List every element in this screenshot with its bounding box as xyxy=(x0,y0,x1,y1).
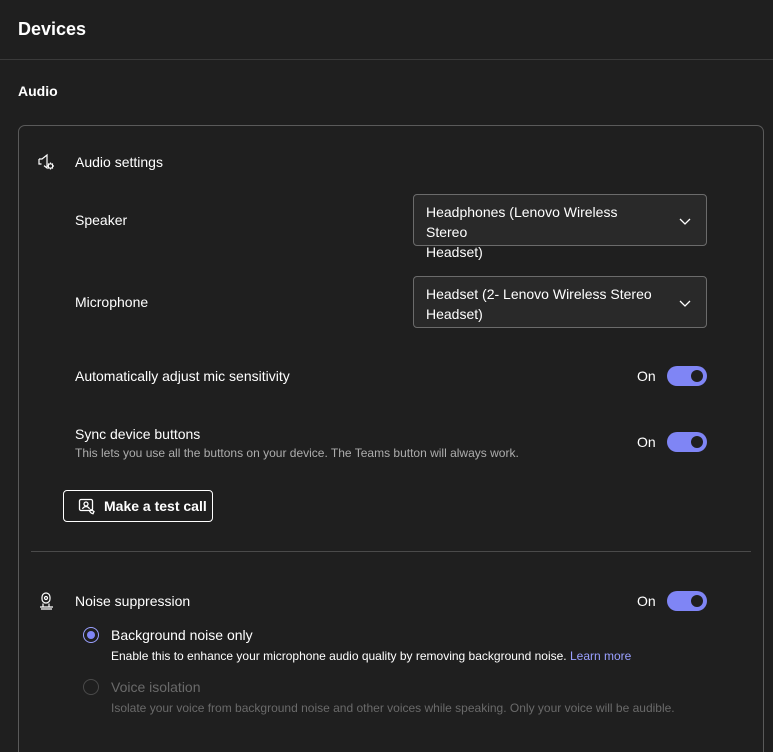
sync-buttons-label: Sync device buttons xyxy=(75,426,201,442)
toggle-knob xyxy=(691,595,703,607)
background-noise-label: Background noise only xyxy=(111,627,253,643)
header-divider xyxy=(0,59,773,60)
voice-isolation-label: Voice isolation xyxy=(111,679,201,695)
microphone-dropdown[interactable]: Headset (2- Lenovo Wireless Stereo Heads… xyxy=(413,276,707,328)
sync-buttons-toggle[interactable] xyxy=(667,432,707,452)
voice-isolation-description: Isolate your voice from background noise… xyxy=(111,701,675,715)
microphone-label: Microphone xyxy=(75,294,149,310)
audio-settings-header: Audio settings xyxy=(75,154,163,170)
radio-selected-dot xyxy=(86,630,95,639)
noise-suppression-state: On xyxy=(637,593,656,609)
speaker-settings-icon xyxy=(37,152,57,172)
voice-isolation-radio xyxy=(83,679,99,695)
test-call-icon xyxy=(78,497,96,515)
background-noise-radio[interactable] xyxy=(83,627,99,643)
speaker-value-line2: Headset) xyxy=(426,244,483,260)
noise-suppression-toggle[interactable] xyxy=(667,591,707,611)
auto-adjust-label: Automatically adjust mic sensitivity xyxy=(75,368,290,384)
speaker-label: Speaker xyxy=(75,212,128,228)
chevron-down-icon xyxy=(678,213,692,227)
noise-suppression-icon xyxy=(37,591,57,611)
learn-more-link[interactable]: Learn more xyxy=(570,649,631,663)
speaker-dropdown[interactable]: Headphones (Lenovo Wireless Stereo Heads… xyxy=(413,194,707,260)
background-noise-description-row: Enable this to enhance your microphone a… xyxy=(111,649,631,663)
page-title: Devices xyxy=(18,19,87,39)
noise-suppression-label: Noise suppression xyxy=(75,593,191,609)
sync-buttons-description: This lets you use all the buttons on you… xyxy=(75,446,519,460)
auto-adjust-toggle[interactable] xyxy=(667,366,707,386)
auto-adjust-state: On xyxy=(637,368,656,384)
make-test-call-button[interactable]: Make a test call xyxy=(63,490,213,522)
microphone-value-line2: Headset) xyxy=(426,306,483,322)
toggle-knob xyxy=(691,436,703,448)
speaker-value-line1: Headphones (Lenovo Wireless Stereo xyxy=(426,204,618,240)
toggle-knob xyxy=(691,370,703,382)
section-divider xyxy=(31,551,751,552)
audio-section-title: Audio xyxy=(18,83,58,99)
make-test-call-label: Make a test call xyxy=(104,498,207,514)
sync-buttons-state: On xyxy=(637,434,656,450)
background-noise-description: Enable this to enhance your microphone a… xyxy=(111,649,567,663)
chevron-down-icon xyxy=(678,295,692,309)
microphone-value-line1: Headset (2- Lenovo Wireless Stereo xyxy=(426,286,652,302)
